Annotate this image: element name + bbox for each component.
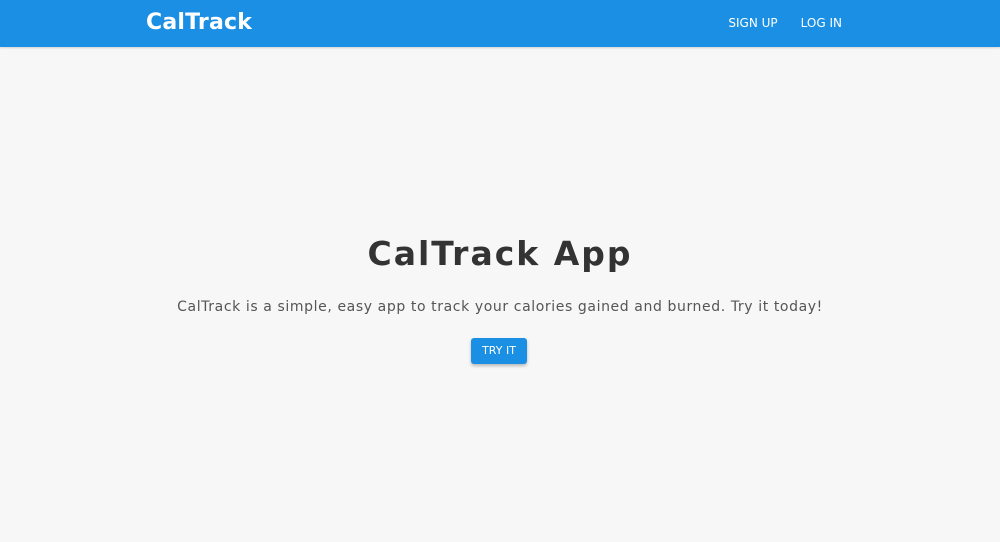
hero-description: CalTrack is a simple, easy app to track … (177, 299, 823, 315)
hero-section: CalTrack App CalTrack is a simple, easy … (0, 47, 1000, 542)
sign-up-link[interactable]: SIGN UP (728, 0, 777, 47)
top-navbar: CalTrack SIGN UP LOG IN (0, 0, 1000, 47)
log-in-link[interactable]: LOG IN (801, 0, 842, 47)
try-it-button[interactable]: TRY IT (471, 338, 527, 364)
hero-title: CalTrack App (367, 234, 633, 273)
nav-links: SIGN UP LOG IN (705, 0, 842, 47)
brand-logo-link[interactable]: CalTrack (146, 8, 252, 38)
